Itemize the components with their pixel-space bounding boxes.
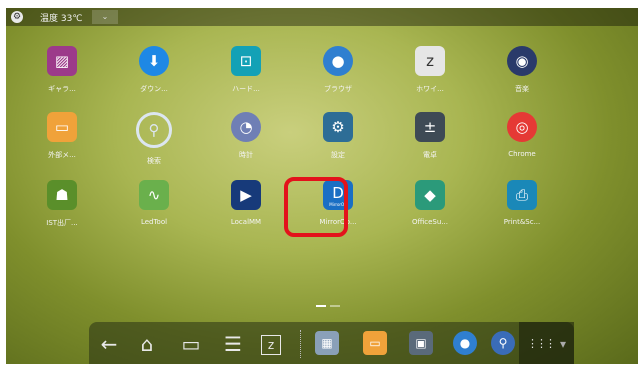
status-bar: ⚙ 温度 33℃ ⌄: [6, 8, 638, 26]
app-globe[interactable]: ● ブラウザ: [300, 46, 376, 94]
dock-display-icon[interactable]: ▣: [409, 331, 433, 355]
dock-globe-icon[interactable]: ●: [453, 331, 477, 355]
app-label: Print&Sc...: [503, 218, 541, 226]
app-label: 設定: [331, 151, 345, 159]
app-label: OfficeSu...: [412, 218, 448, 226]
search-icon: ⚲: [136, 112, 172, 148]
speaker-icon: ◉: [507, 46, 537, 76]
dock-expand-button[interactable]: ▾: [551, 332, 575, 356]
status-dropdown-button[interactable]: ⌄: [92, 10, 118, 24]
page-indicator-active: [316, 305, 326, 307]
dock-printer-icon[interactable]: ▦: [315, 331, 339, 355]
app-label: ブラウザ: [324, 85, 352, 93]
app-label: 音楽: [515, 85, 529, 93]
app-label: ホワイ...: [416, 85, 444, 93]
gallery-icon: ▨: [47, 46, 77, 76]
globe-icon: ●: [323, 46, 353, 76]
settings-icon[interactable]: ⚙: [11, 11, 23, 23]
app-waveform[interactable]: ∿ LedTool: [116, 180, 192, 226]
app-label: 外部メ...: [48, 151, 76, 159]
dock-separator: [300, 330, 302, 358]
download-icon: ⬇: [139, 46, 169, 76]
app-folder[interactable]: ▭ 外部メ...: [24, 112, 100, 160]
app-android[interactable]: ☗ IST出厂...: [24, 180, 100, 228]
dock-folder-icon[interactable]: ▭: [363, 331, 387, 355]
whiteboard-button[interactable]: z: [261, 335, 281, 355]
app-whiteboard[interactable]: z ホワイ...: [392, 46, 468, 94]
whiteboard-icon: z: [415, 46, 445, 76]
app-label: 時計: [239, 151, 253, 159]
app-hardware[interactable]: ⊡ ハード...: [208, 46, 284, 94]
android-icon: ☗: [47, 180, 77, 210]
calculator-icon: ±: [415, 112, 445, 142]
home-button[interactable]: ⌂: [135, 332, 159, 356]
waveform-icon: ∿: [139, 180, 169, 210]
gear-icon: ⚙: [323, 112, 353, 142]
taskbar: ← ⌂ ▭ ☰ z ▦ ▭ ▣ ● ⚲ ⋮⋮⋮ ▾: [89, 322, 574, 364]
print-scan-icon: ⎙: [507, 180, 537, 210]
app-label: Chrome: [508, 150, 536, 158]
app-label: ダウン...: [140, 85, 168, 93]
media-player-icon: ▶: [231, 180, 261, 210]
recent-apps-button[interactable]: ▭: [179, 332, 203, 356]
temperature-readout: 温度 33℃: [40, 14, 83, 24]
app-media-player[interactable]: ▶ LocalMM: [208, 180, 284, 226]
app-calculator[interactable]: ± 電卓: [392, 112, 468, 160]
app-download[interactable]: ⬇ ダウン...: [116, 46, 192, 94]
all-apps-grid-button[interactable]: ⋮⋮⋮: [527, 332, 556, 356]
app-gear[interactable]: ⚙ 設定: [300, 112, 376, 160]
mirrorop-highlight: [284, 177, 348, 237]
folder-icon: ▭: [47, 112, 77, 142]
app-label: IST出厂...: [46, 219, 78, 227]
app-label: 検索: [147, 157, 161, 165]
menu-button[interactable]: ☰: [221, 332, 245, 356]
app-search[interactable]: ⚲ 検索: [116, 112, 192, 166]
home-screen: ⚙ 温度 33℃ ⌄ ▨ ギャラ... ⬇ ダウン... ⊡ ハード... ● ブラウザ z ホワ…: [6, 8, 638, 364]
dock-right-panel: ⋮⋮⋮ ▾: [519, 322, 574, 364]
app-office-suite[interactable]: ◆ OfficeSu...: [392, 180, 468, 226]
clock-icon: ◔: [231, 112, 261, 142]
app-speaker[interactable]: ◉ 音楽: [484, 46, 560, 94]
app-label: ギャラ...: [48, 85, 76, 93]
app-label: LocalMM: [230, 218, 262, 226]
back-button[interactable]: ←: [97, 332, 121, 356]
chrome-icon: ◎: [507, 112, 537, 142]
app-label: ハード...: [232, 85, 260, 93]
app-print-scan[interactable]: ⎙ Print&Sc...: [484, 180, 560, 226]
app-label: LedTool: [140, 218, 168, 226]
hardware-icon: ⊡: [231, 46, 261, 76]
dock-search-icon[interactable]: ⚲: [491, 331, 515, 355]
office-suite-icon: ◆: [415, 180, 445, 210]
app-gallery[interactable]: ▨ ギャラ...: [24, 46, 100, 94]
app-label: 電卓: [423, 151, 437, 159]
app-chrome[interactable]: ◎ Chrome: [484, 112, 560, 158]
page-indicator-inactive: [330, 305, 340, 307]
app-clock[interactable]: ◔ 時計: [208, 112, 284, 160]
